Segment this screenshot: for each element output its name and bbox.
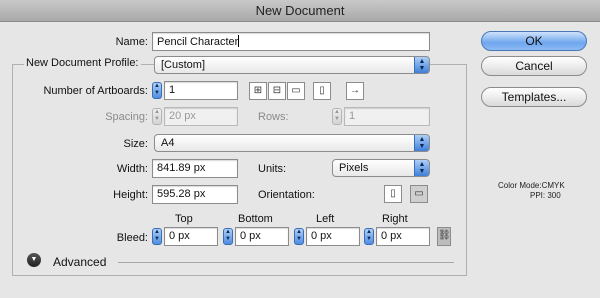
bleed-bottom-input[interactable]: 0 px	[235, 227, 289, 246]
bleed-left-stepper[interactable]: ▲ ▼	[294, 228, 304, 245]
size-value: A4	[161, 137, 175, 149]
arrange-by-row-icon[interactable]: ▭	[287, 82, 305, 100]
templates-button[interactable]: Templates...	[481, 87, 587, 107]
text-caret	[238, 35, 240, 47]
ppi-info: PPI: 300	[530, 191, 561, 200]
advanced-separator	[118, 262, 454, 263]
portrait-orientation-icon[interactable]: ▯	[384, 185, 402, 203]
profile-value: [Custom]	[161, 59, 206, 71]
spacing-label: Spacing:	[105, 111, 148, 123]
bleed-top-input[interactable]: 0 px	[164, 227, 218, 246]
cancel-button[interactable]: Cancel	[481, 56, 587, 76]
up-down-arrows-icon: ▲ ▼	[414, 160, 429, 176]
name-label: Name:	[115, 36, 148, 48]
bleed-bottom-header: Bottom	[238, 213, 273, 225]
bleed-right-input[interactable]: 0 px	[376, 227, 430, 246]
bleed-bottom-stepper[interactable]: ▲ ▼	[223, 228, 233, 245]
profile-select[interactable]: [Custom] ▲ ▼	[154, 56, 430, 74]
spacing-input[interactable]: 20 px	[164, 107, 238, 126]
width-input[interactable]: 841.89 px	[152, 159, 238, 178]
grid-by-row-icon[interactable]: ⊞	[249, 82, 267, 100]
units-select[interactable]: Pixels ▲ ▼	[332, 159, 430, 177]
ok-button[interactable]: OK	[481, 31, 587, 51]
right-to-left-layout-icon[interactable]: →	[346, 82, 364, 100]
landscape-orientation-icon[interactable]: ▭	[410, 185, 428, 203]
bleed-left-header: Left	[316, 213, 335, 225]
height-input[interactable]: 595.28 px	[152, 185, 238, 204]
height-label: Height:	[113, 189, 148, 201]
spacing-stepper[interactable]: ▲ ▼	[152, 108, 162, 125]
units-value: Pixels	[339, 162, 369, 174]
bleed-right-stepper[interactable]: ▲ ▼	[364, 228, 374, 245]
name-input[interactable]: Pencil Character	[152, 32, 430, 51]
disclosure-triangle-icon[interactable]: ▼	[27, 253, 41, 267]
bleed-top-stepper[interactable]: ▲ ▼	[152, 228, 162, 245]
grid-by-column-icon[interactable]: ⊟	[268, 82, 286, 100]
size-select[interactable]: A4 ▲ ▼	[154, 134, 430, 152]
size-label: Size:	[123, 138, 148, 150]
bleed-right-header: Right	[382, 213, 408, 225]
profile-label: New Document Profile:	[24, 57, 141, 69]
artboards-stepper[interactable]: ▲ ▼	[152, 82, 162, 99]
color-mode-info: Color Mode:CMYK	[498, 181, 565, 190]
bleed-label: Bleed:	[116, 232, 148, 244]
rows-label: Rows:	[258, 111, 289, 123]
orientation-label: Orientation:	[258, 189, 315, 201]
arrange-by-column-icon[interactable]: ▯	[313, 82, 331, 100]
units-label: Units:	[258, 163, 287, 175]
up-down-arrows-icon: ▲ ▼	[414, 135, 429, 151]
artboards-label: Number of Artboards:	[43, 85, 148, 97]
rows-stepper[interactable]: ▲ ▼	[332, 108, 342, 125]
artboards-input[interactable]: 1	[164, 81, 238, 100]
new-document-dialog: New Document Name: Pencil Character New …	[0, 0, 600, 298]
width-label: Width:	[116, 163, 148, 175]
bleed-left-input[interactable]: 0 px	[306, 227, 360, 246]
up-down-arrows-icon: ▲ ▼	[414, 57, 429, 73]
name-value: Pencil Character	[157, 36, 239, 48]
window-title: New Document	[0, 0, 600, 22]
chain-link-icon[interactable]: ⛓	[437, 227, 451, 246]
advanced-label[interactable]: Advanced	[53, 255, 106, 269]
rows-input[interactable]: 1	[344, 107, 430, 126]
bleed-top-header: Top	[175, 213, 193, 225]
